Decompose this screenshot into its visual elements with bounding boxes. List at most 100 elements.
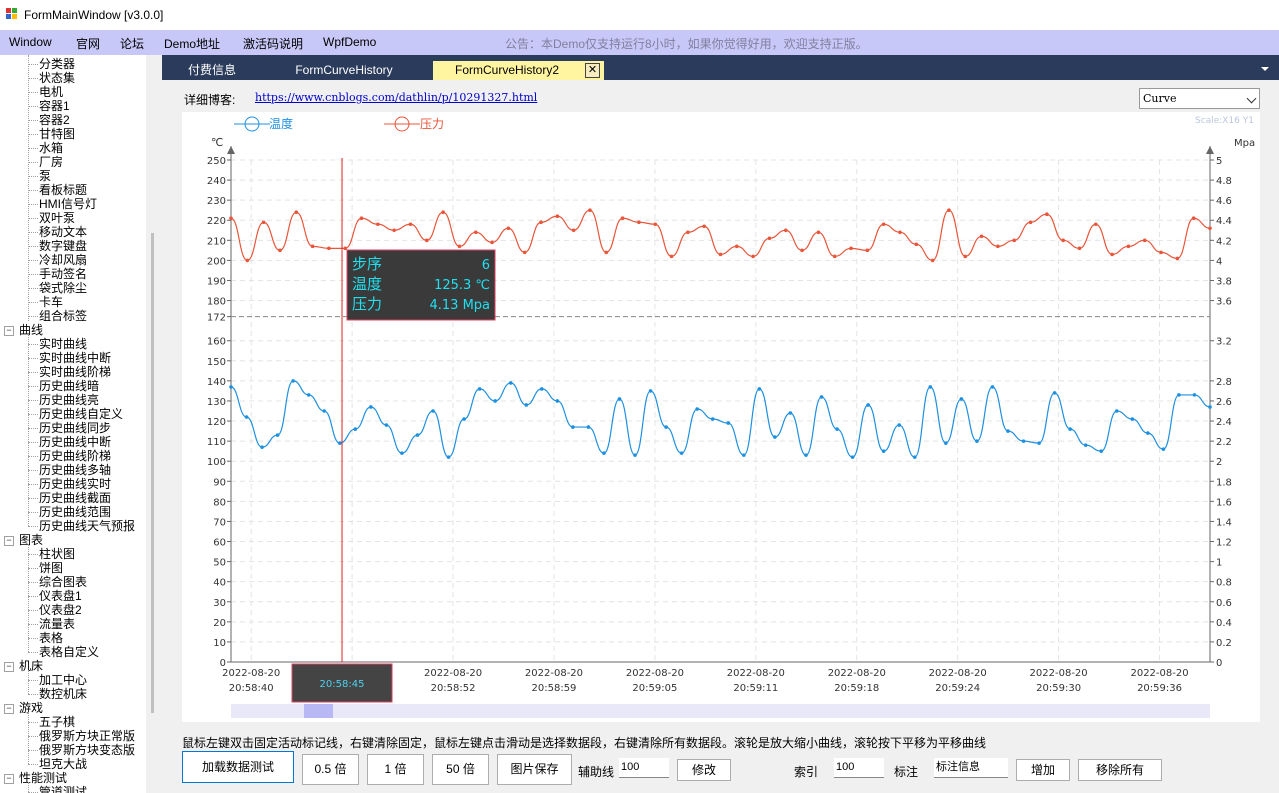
tree-item[interactable]: 看板标题 [39, 183, 87, 197]
tree-group[interactable]: 机床 [19, 659, 43, 673]
tree-item[interactable]: 袋式除尘 [39, 281, 87, 295]
tree-item[interactable]: 泵 [39, 169, 51, 183]
data-point [261, 220, 266, 225]
tree-item[interactable]: 实时曲线阶梯 [39, 365, 111, 379]
tree-item[interactable]: 双叶泵 [39, 211, 75, 225]
tree-item[interactable]: 历史曲线范围 [39, 505, 111, 519]
tree-item[interactable]: HMI信号灯 [39, 197, 97, 211]
tree-item[interactable]: 实时曲线 [39, 337, 87, 351]
scrollbar-thumb[interactable] [151, 233, 154, 713]
tree-connector [28, 106, 38, 107]
tree-item[interactable]: 历史曲线亮 [39, 393, 99, 407]
tree-item[interactable]: 仪表盘2 [39, 603, 82, 617]
modify-button[interactable]: 修改 [677, 759, 731, 781]
collapse-icon[interactable]: − [4, 704, 14, 714]
x-tick-date: 2022-08-20 [1130, 668, 1188, 679]
data-point [1006, 429, 1010, 433]
tree-group[interactable]: 图表 [19, 533, 43, 547]
left-tick-label: 30 [213, 598, 226, 609]
menu-wpf-demo[interactable]: WpfDemo [323, 35, 376, 49]
tree-item[interactable]: 仪表盘1 [39, 589, 82, 603]
tree-item[interactable]: 电机 [39, 85, 63, 99]
tree-item[interactable]: 历史曲线多轴 [39, 463, 111, 477]
tree-item[interactable]: 状态集 [39, 71, 75, 85]
curve-style-select[interactable]: Curve [1139, 88, 1260, 109]
tree-scrollbar[interactable] [146, 55, 160, 793]
tree-item[interactable]: 数字键盘 [39, 239, 87, 253]
tab-menu-arrow-icon[interactable] [1261, 67, 1269, 71]
tree-item[interactable]: 水箱 [39, 141, 63, 155]
mark-input[interactable]: 标注信息 [934, 758, 1008, 778]
tree-connector [28, 120, 38, 121]
tree-item[interactable]: 表格自定义 [39, 645, 99, 659]
tab-form-curve-history2[interactable]: FormCurveHistory2 ✕ [433, 61, 604, 80]
tree-item[interactable]: 容器2 [39, 113, 70, 127]
tree-item[interactable]: 冷却风扇 [39, 253, 87, 267]
tree-item[interactable]: 分类器 [39, 57, 75, 71]
zoom-one-button[interactable]: 1 倍 [367, 754, 424, 785]
tree-item[interactable]: 厂房 [39, 155, 63, 169]
load-data-button[interactable]: 加载数据测试 [182, 751, 294, 783]
tree-item[interactable]: 容器1 [39, 99, 70, 113]
tree-item[interactable]: 管道测试 [39, 785, 87, 793]
left-tick-label: 150 [207, 357, 226, 368]
menu-demo-address[interactable]: Demo地址 [164, 35, 220, 52]
tree-item[interactable]: 历史曲线截面 [39, 491, 111, 505]
tree-item[interactable]: 历史曲线暗 [39, 379, 99, 393]
tree-item[interactable]: 历史曲线同步 [39, 421, 111, 435]
tree-item[interactable]: 加工中心 [39, 673, 87, 687]
menu-activation-help[interactable]: 激活码说明 [243, 35, 303, 52]
tab-paid-info[interactable]: 付费信息 [170, 61, 254, 80]
tree-item[interactable]: 俄罗斯方块变态版 [39, 743, 135, 757]
collapse-icon[interactable]: − [4, 662, 14, 672]
chart-svg[interactable]: 0102030405060708090100110120130140150160… [182, 112, 1260, 722]
history-curve-chart[interactable]: 0 10 20 30 40 50 60 70 80 90 100 110 120 130 140 150 160… [182, 112, 1260, 722]
tree-item[interactable]: 历史曲线自定义 [39, 407, 123, 421]
blog-link[interactable]: https://www.cnblogs.com/dathlin/p/102913… [255, 91, 537, 104]
tree-item[interactable]: 手动签名 [39, 267, 87, 281]
tree-item[interactable]: 流量表 [39, 617, 75, 631]
tree-item[interactable]: 实时曲线中断 [39, 351, 111, 365]
tree-group[interactable]: 游戏 [19, 701, 43, 715]
tree-item[interactable]: 五子棋 [39, 715, 75, 729]
tree-item[interactable]: 坦克大战 [39, 757, 87, 771]
close-icon[interactable]: ✕ [585, 63, 600, 78]
data-point [816, 230, 821, 235]
zoom-fifty-button[interactable]: 50 倍 [432, 754, 489, 785]
remove-all-button[interactable]: 移除所有 [1078, 759, 1162, 781]
tree-item[interactable]: 表格 [39, 631, 63, 645]
tree-item[interactable]: 历史曲线中断 [39, 435, 111, 449]
tab-form-curve-history[interactable]: FormCurveHistory [274, 61, 414, 80]
tree-item[interactable]: 历史曲线阶梯 [39, 449, 111, 463]
tree-item[interactable]: 综合图表 [39, 575, 87, 589]
data-point [897, 423, 902, 427]
add-mark-button[interactable]: 增加 [1016, 759, 1070, 781]
collapse-icon[interactable]: − [4, 774, 14, 784]
tree-item[interactable]: 俄罗斯方块正常版 [39, 729, 135, 743]
data-point [1099, 449, 1104, 453]
save-image-button[interactable]: 图片保存 [497, 754, 572, 785]
tree-group[interactable]: 曲线 [19, 323, 43, 337]
aux-line-input[interactable]: 100 [619, 758, 669, 778]
tree-item[interactable]: 历史曲线实时 [39, 477, 111, 491]
index-input[interactable]: 100 [834, 758, 884, 778]
menu-window[interactable]: Window [9, 35, 52, 49]
tree-group[interactable]: 性能测试 [19, 771, 67, 785]
tree-item[interactable]: 饼图 [39, 561, 63, 575]
collapse-icon[interactable]: − [4, 536, 14, 546]
menu-official-site[interactable]: 官网 [76, 35, 100, 52]
zoom-half-button[interactable]: 0.5 倍 [302, 754, 359, 785]
x-tick-date: 2022-08-20 [222, 668, 280, 679]
tree-item[interactable]: 移动文本 [39, 225, 87, 239]
tree-item[interactable]: 卡车 [39, 295, 63, 309]
tree-item[interactable]: 历史曲线天气预报 [39, 519, 135, 533]
tree-item[interactable]: 柱状图 [39, 547, 75, 561]
tree-item[interactable]: 数控机床 [39, 687, 87, 701]
menu-forum[interactable]: 论坛 [120, 35, 144, 52]
tree-item[interactable]: 甘特图 [39, 127, 75, 141]
tree-connector [28, 344, 38, 345]
navigation-tree[interactable]: 分类器 状态集 电机 容器1 容器2 甘特图 水箱 厂房泵看板标题 HMI信号灯 双叶泵 移动文本数… [0, 55, 146, 793]
tree-item[interactable]: 组合标签 [39, 309, 87, 323]
tree-connector [28, 610, 38, 611]
collapse-icon[interactable]: − [4, 326, 14, 336]
